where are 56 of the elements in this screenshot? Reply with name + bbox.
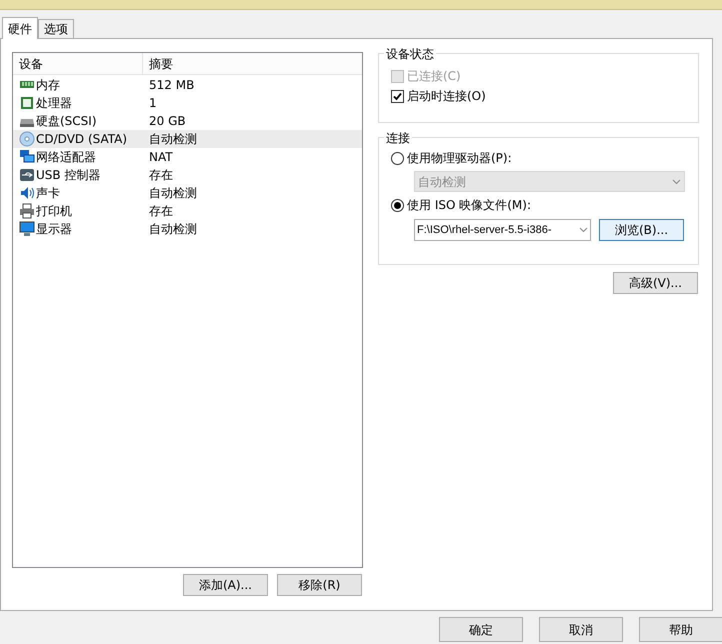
device-name: 网络适配器: [36, 149, 96, 166]
button[interactable]: 确定: [439, 617, 523, 642]
device-icon: [19, 185, 35, 201]
tab[interactable]: 选项: [38, 19, 74, 38]
device-summary: 自动检测: [149, 186, 197, 200]
list-row[interactable]: CD/DVD (SATA) 自动检测: [13, 130, 362, 148]
device-name: 打印机: [36, 203, 72, 220]
button[interactable]: 移除(R): [277, 574, 362, 596]
list-row[interactable]: USB 控制器 存在: [13, 166, 362, 184]
column-header[interactable]: 设备: [19, 54, 43, 72]
radio-label[interactable]: 使用 ISO 映像文件(M):: [407, 196, 531, 214]
device-name: 内存: [36, 77, 60, 94]
radio-label[interactable]: 使用物理驱动器(P):: [407, 149, 512, 167]
list-row[interactable]: 显示器 自动检测: [13, 220, 362, 238]
list-row[interactable]: 处理器 1: [13, 94, 362, 112]
device-summary: 20 GB: [149, 114, 186, 128]
device-summary: 存在: [149, 168, 173, 182]
device-name: USB 控制器: [36, 167, 100, 184]
group-title: 连接: [384, 129, 412, 147]
list-row[interactable]: 声卡 自动检测: [13, 184, 362, 202]
browse-button[interactable]: 浏览(B)...: [599, 219, 684, 241]
device-summary: 存在: [149, 204, 173, 218]
device-summary: 自动检测: [149, 132, 197, 146]
device-icon: [19, 131, 35, 147]
device-name: 显示器: [36, 221, 72, 238]
radio-button[interactable]: [391, 152, 404, 164]
device-summary: 1: [149, 96, 157, 110]
device-name: 硬盘(SCSI): [36, 113, 97, 130]
checkbox-label[interactable]: 启动时连接(O): [407, 87, 486, 105]
device-icon: [19, 221, 35, 237]
list-row[interactable]: 内存 512 MB: [13, 76, 362, 94]
device-summary: 512 MB: [149, 78, 194, 92]
dropdown-caret-icon: [672, 178, 681, 184]
device-icon: [19, 167, 35, 183]
device-summary: 自动检测: [149, 222, 197, 236]
button[interactable]: 添加(A)...: [183, 574, 268, 596]
list-row[interactable]: 打印机 存在: [13, 202, 362, 220]
tab[interactable]: 硬件: [2, 17, 38, 39]
checkbox[interactable]: [391, 90, 404, 102]
device-icon: [19, 95, 35, 111]
device-summary: NAT: [149, 150, 173, 164]
button[interactable]: 帮助: [639, 617, 722, 642]
radio-button[interactable]: [391, 198, 404, 212]
dropdown-caret-icon: [579, 227, 588, 233]
device-name: 声卡: [36, 185, 60, 202]
group-title: 设备状态: [384, 45, 436, 63]
list-row[interactable]: 硬盘(SCSI) 20 GB: [13, 112, 362, 130]
column-header[interactable]: 摘要: [149, 54, 173, 72]
device-name: CD/DVD (SATA): [36, 131, 128, 148]
list-row[interactable]: 网络适配器 NAT: [13, 148, 362, 166]
file-path-dropdown[interactable]: F:\ISO\rhel-server-5.5-i386-: [414, 219, 591, 241]
device-name: 处理器: [36, 95, 72, 112]
button[interactable]: 取消: [539, 617, 623, 642]
device-icon: [19, 149, 35, 165]
device-icon: [19, 203, 35, 219]
advanced-button[interactable]: 高级(V)...: [613, 272, 698, 294]
